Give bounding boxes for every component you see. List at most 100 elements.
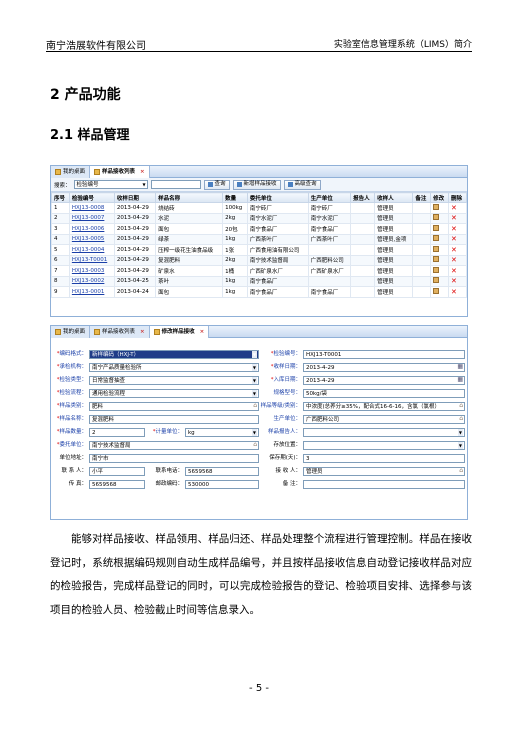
- category-input[interactable]: 肥料: [89, 401, 259, 411]
- workflow-label: 检验流程：: [51, 387, 87, 399]
- edit-sample-window: 我的桌面 样品接收列表 × 修改样品接收 × 编码格式： 新样编码（HXJ-T） 检…: [50, 325, 468, 520]
- table-row[interactable]: 9 HXJ13-0001 2013-04-24 面包 1kg 南宁食品厂 南宁食品厂 管理员 ✕: [51, 286, 467, 298]
- query-button[interactable]: 查询: [203, 179, 230, 190]
- table-cell[interactable]: HXJ13-0003: [68, 265, 115, 277]
- workflow-select[interactable]: 通用检验流程: [89, 388, 259, 398]
- reporter-select[interactable]: [303, 427, 465, 437]
- delete-icon[interactable]: ✕: [451, 256, 457, 264]
- receive-date-input[interactable]: 2013-4-29: [303, 362, 465, 372]
- table-cell[interactable]: HXJ13-0005: [68, 233, 115, 245]
- tab-edit-sample[interactable]: 修改样品接收 ×: [149, 326, 210, 338]
- table-row[interactable]: 3 HXJ13-0006 2013-04-29 面包 20包 南宁食品厂 南宁食品厂 管理员 ✕: [51, 223, 467, 235]
- delete-icon[interactable]: ✕: [451, 225, 457, 233]
- tab-sample-list[interactable]: 样品接收列表 ×: [90, 326, 150, 338]
- advanced-query-button[interactable]: 高级查询: [283, 179, 321, 190]
- tab-desktop[interactable]: 我的桌面: [51, 166, 91, 178]
- search-input[interactable]: [150, 180, 201, 189]
- close-icon[interactable]: ×: [140, 166, 145, 178]
- table-row[interactable]: 7 HXJ13-0003 2013-04-29 矿泉水 1桶 广西矿泉水厂 广西矿泉水厂 管理…: [51, 265, 467, 277]
- delete-icon[interactable]: ✕: [451, 214, 457, 222]
- edit-icon[interactable]: [433, 214, 440, 221]
- edit-icon[interactable]: [433, 277, 440, 284]
- testing-org-select[interactable]: 南宁产品质量检验所: [89, 362, 259, 372]
- client-input[interactable]: 南宁技术监督局: [89, 440, 259, 450]
- column-header: 序号: [51, 192, 70, 203]
- fax-input[interactable]: 5659568: [89, 479, 145, 489]
- quantity-input[interactable]: 2: [89, 427, 145, 437]
- table-cell: [350, 286, 376, 298]
- column-header: 修改: [430, 192, 450, 203]
- edit-icon[interactable]: [433, 287, 440, 294]
- table-cell[interactable]: HXJ13-0006: [68, 223, 115, 235]
- add-sample-button[interactable]: 新增样品接收: [232, 179, 281, 190]
- delete-icon[interactable]: ✕: [451, 277, 457, 285]
- edit-icon[interactable]: [433, 266, 440, 273]
- delete-icon[interactable]: ✕: [451, 288, 457, 296]
- table-cell: 2013-04-29: [113, 233, 157, 245]
- edit-icon[interactable]: [433, 235, 440, 242]
- storage-date-input[interactable]: 2013-4-29: [303, 375, 465, 385]
- table-cell: 南宁水泥厂: [307, 212, 352, 224]
- edit-icon[interactable]: [433, 203, 440, 210]
- sample-name-input[interactable]: 复混肥料: [89, 414, 259, 424]
- testing-org-label: 承检机构：: [51, 361, 87, 373]
- form-row: 检验类型： 日常监督抽查 入库日期： 2013-4-29: [51, 374, 467, 386]
- table-cell: [350, 223, 376, 235]
- code-format-select[interactable]: 新样编码（HXJ-T）: [89, 349, 259, 359]
- table-row[interactable]: 6 HXJ13-T0001 2013-04-29 复混肥料 2kg 南宁技术监督局 广西肥料…: [51, 254, 467, 266]
- tab-desktop[interactable]: 我的桌面: [51, 326, 91, 338]
- grade-input[interactable]: 中浓度(总养分≥35%，配合式16-6-16，含氯（氯根）: [303, 401, 465, 411]
- table-cell[interactable]: HXJ13-0008: [68, 202, 115, 214]
- retention-input[interactable]: 3: [303, 453, 465, 463]
- manufacturer-label: 生产单位：: [273, 416, 301, 422]
- edit-cell: [430, 254, 450, 266]
- delete-icon[interactable]: ✕: [451, 204, 457, 212]
- unit-select[interactable]: kg: [185, 427, 259, 437]
- tab-sample-list[interactable]: 样品接收列表 ×: [90, 166, 150, 178]
- close-icon[interactable]: ×: [200, 326, 205, 338]
- receiver-label: 接 收 人：: [275, 468, 302, 474]
- search-field-select[interactable]: 检验编号: [73, 180, 148, 189]
- edit-cell: [430, 202, 450, 214]
- inspection-no-input[interactable]: HXJ13-T0001: [303, 349, 465, 359]
- delete-cell: ✕: [448, 244, 467, 256]
- phone-input[interactable]: 5659568: [185, 466, 259, 476]
- delete-icon[interactable]: ✕: [451, 267, 457, 275]
- location-select[interactable]: [303, 440, 465, 450]
- edit-icon[interactable]: [433, 224, 440, 231]
- table-cell[interactable]: HXJ13-T0001: [68, 254, 115, 266]
- edit-icon[interactable]: [433, 256, 440, 263]
- table-cell: [412, 275, 432, 287]
- table-row[interactable]: 8 HXJ13-0002 2013-04-25 茶叶 1kg 南宁食品厂 管理员 ✕: [51, 275, 467, 287]
- address-input[interactable]: 南宁市: [89, 453, 259, 463]
- table-cell[interactable]: HXJ13-0001: [68, 286, 115, 298]
- tab-bar: 我的桌面 样品接收列表 ×: [51, 166, 467, 178]
- table-row[interactable]: 1 HXJ13-0008 2013-04-29 烧结砖 100kg 南宁砖厂 南宁砖厂 管理员…: [51, 202, 467, 214]
- manufacturer-input[interactable]: 广西肥料公司: [303, 414, 465, 424]
- table-cell[interactable]: HXJ13-0007: [68, 212, 115, 224]
- delete-icon[interactable]: ✕: [451, 246, 457, 254]
- table-cell[interactable]: HXJ13-0004: [68, 244, 115, 256]
- table-cell: 2kg: [222, 254, 248, 266]
- table-row[interactable]: 4 HXJ13-0005 2013-04-29 绿茶 1kg 广西茶叶厂 广西茶叶厂 管理员,…: [51, 233, 467, 245]
- close-icon[interactable]: ×: [140, 326, 145, 338]
- phone-label: 联系电话：: [155, 468, 183, 474]
- table-row[interactable]: 2 HXJ13-0007 2013-04-29 水泥 2kg 南宁水泥厂 南宁水泥厂 管理员 ✕: [51, 212, 467, 224]
- remark-input[interactable]: [303, 479, 465, 489]
- spec-input[interactable]: 50kg/袋: [303, 388, 465, 398]
- edit-icon[interactable]: [433, 245, 440, 252]
- receiver-input[interactable]: 管理员: [303, 466, 465, 476]
- table-cell: 矿泉水: [155, 265, 224, 277]
- delete-cell: ✕: [448, 212, 467, 224]
- table-cell: [307, 244, 352, 256]
- grade-label: 样品等级/类别：: [260, 403, 301, 409]
- inspection-type-select[interactable]: 日常监督抽查: [89, 375, 259, 385]
- filter-icon: [287, 182, 293, 187]
- delete-icon[interactable]: ✕: [451, 235, 457, 243]
- contact-input[interactable]: 小平: [89, 466, 145, 476]
- sample-name-label: 样品名称：: [51, 413, 87, 425]
- table-cell: 2013-04-29: [113, 254, 157, 266]
- postcode-input[interactable]: 530000: [185, 479, 259, 489]
- table-cell[interactable]: HXJ13-0002: [68, 275, 115, 287]
- table-row[interactable]: 5 HXJ13-0004 2013-04-29 压榨一级花生油食品级 1张 广西食用油有限…: [51, 244, 467, 256]
